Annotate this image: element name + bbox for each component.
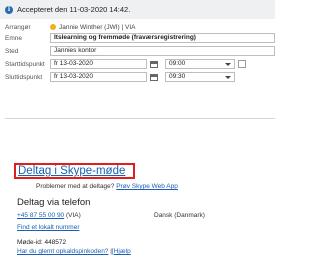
calendar-icon [149,60,158,68]
section-divider [5,118,275,119]
response-status-bar: i Accepteret den 11-03-2020 14:42. [0,0,275,19]
presence-status-icon [50,24,56,30]
end-row: Sluttidspunkt fr 13-03-2020 09:30 [0,72,275,83]
start-row: Starttidspunkt fr 13-03-2020 09:00 [0,59,275,70]
subject-field[interactable]: Itslearning og fremmøde (fraværsregistre… [50,33,275,43]
help-row: Har du glemt opkaldspinkoden? |[Hjælp [17,248,131,255]
phone-number-row: +45 87 55 00 90 (VIA) [17,212,81,219]
meeting-id: Møde-id: 448572 [17,239,67,246]
organizer-row: Arrangør Jannie Winther (JWI) | VIA [0,22,275,33]
calendar-icon [149,73,158,81]
join-problems-line: Problemer med at deltage? Prøv Skype Web… [36,183,178,190]
all-day-checkbox[interactable] [238,60,246,68]
organizer[interactable]: Jannie Winther (JWI) | VIA [50,22,135,32]
phone-heading: Deltag via telefon [17,197,91,208]
response-status-text: Accepteret den 11-03-2020 14:42. [17,5,131,14]
end-date-field[interactable]: fr 13-03-2020 [50,72,147,82]
phone-suffix: (VIA) [65,212,81,219]
forgot-pin-link[interactable]: Har du glemt opkaldspinkoden? [17,248,108,255]
end-date-picker-button[interactable] [147,72,160,82]
chevron-down-icon [225,63,231,66]
location-label: Sted [5,48,19,55]
info-icon: i [5,5,13,14]
organizer-name: Jannie Winther (JWI) | VIA [59,23,136,31]
help-link[interactable]: Hjælp [114,248,131,255]
subject-row: Emne Itslearning og fremmøde (fraværsreg… [0,33,275,44]
skype-web-app-link[interactable]: Prøv Skype Web App [116,183,178,190]
subject-label: Emne [5,35,22,42]
location-row: Sted Jannies kontor [0,46,275,57]
start-time-select[interactable]: 09:00 [165,59,235,69]
phone-number-link[interactable]: +45 87 55 00 90 [17,212,64,219]
skype-join-highlight: Deltag i Skype-møde [14,163,135,179]
join-skype-meeting-link[interactable]: Deltag i Skype-møde [18,165,125,177]
start-time-value: 09:00 [169,60,186,67]
find-local-number-link[interactable]: Find et lokalt nummer [17,224,80,231]
start-date-field[interactable]: fr 13-03-2020 [50,59,147,69]
phone-language: Dansk (Danmark) [154,212,205,219]
end-time-value: 09:30 [169,73,186,80]
end-label: Sluttidspunkt [5,74,43,81]
location-field[interactable]: Jannies kontor [50,46,275,56]
chevron-down-icon [225,76,231,79]
problems-text: Problemer med at deltage? [36,183,115,190]
organizer-label: Arrangør [5,24,31,31]
end-time-select[interactable]: 09:30 [165,72,235,82]
start-label: Starttidspunkt [5,61,45,68]
start-date-picker-button[interactable] [147,59,160,69]
